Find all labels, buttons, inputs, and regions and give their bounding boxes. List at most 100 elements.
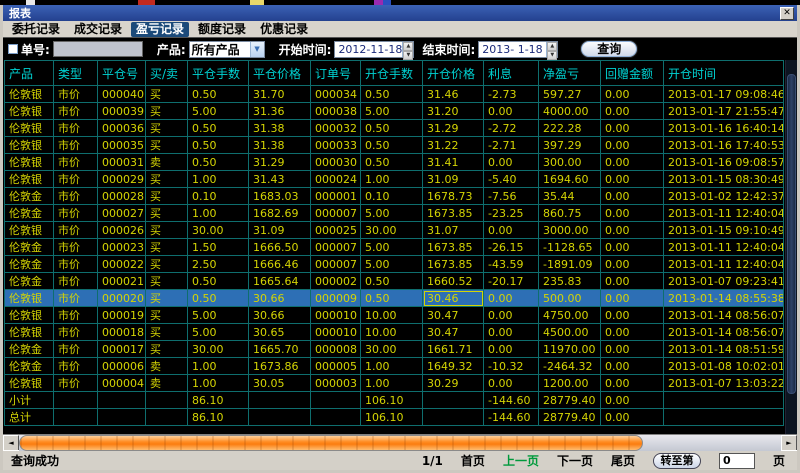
table-row[interactable]: 伦敦金市价000023买1.501666.500000075.001673.85… — [5, 239, 784, 256]
last-page-link[interactable]: 尾页 — [611, 452, 635, 469]
filter-bar: 单号: 产品: 所有产品 ▼ 开始时间: 2012-11-18 ▲ ▼ 结束时间… — [3, 38, 797, 60]
horizontal-scrollbar-thumb[interactable] — [19, 435, 643, 451]
cell: 0.50 — [361, 273, 423, 290]
column-header[interactable]: 净盈亏 — [539, 61, 601, 86]
query-button[interactable]: 查询 — [580, 40, 638, 58]
table-row[interactable]: 伦敦银市价000031卖0.5031.290000300.5031.410.00… — [5, 154, 784, 171]
status-message: 查询成功 — [11, 452, 59, 469]
scroll-right-icon[interactable]: ► — [781, 435, 797, 451]
table-row[interactable]: 伦敦银市价000036买0.5031.380000320.5031.29-2.7… — [5, 120, 784, 137]
cell: 000021 — [98, 273, 146, 290]
cell: 2013-01-14 08:56:07 — [664, 324, 784, 341]
cell: 伦敦银 — [5, 86, 54, 103]
prev-page-link[interactable]: 上一页 — [503, 452, 539, 469]
chevron-down-icon[interactable]: ▼ — [250, 42, 264, 57]
cell: 000009 — [311, 290, 361, 307]
column-header[interactable]: 产品 — [5, 61, 54, 86]
column-header[interactable]: 平仓号 — [98, 61, 146, 86]
spinner-down-icon[interactable]: ▼ — [403, 51, 413, 60]
column-header[interactable]: 开仓时间 — [664, 61, 784, 86]
cell — [146, 392, 188, 409]
column-header[interactable]: 利息 — [484, 61, 539, 86]
table-row[interactable]: 伦敦金市价000028买0.101683.030000010.101678.73… — [5, 188, 784, 205]
table-row[interactable]: 伦敦银市价000029买1.0031.430000241.0031.09-5.4… — [5, 171, 784, 188]
tab-4[interactable]: 优惠记录 — [255, 22, 313, 37]
cell — [423, 392, 484, 409]
product-dropdown[interactable]: 所有产品 ▼ — [189, 41, 265, 58]
tab-2[interactable]: 盈亏记录 — [131, 22, 189, 37]
first-page-link[interactable]: 首页 — [461, 452, 485, 469]
table-row[interactable]: 伦敦银市价000018买5.0030.6500001010.0030.470.0… — [5, 324, 784, 341]
cell: 1666.50 — [249, 239, 311, 256]
cell: 3000.00 — [539, 222, 601, 239]
cell: 0.00 — [484, 290, 539, 307]
table-row[interactable]: 伦敦金市价000021买0.501665.640000020.501660.52… — [5, 273, 784, 290]
table-row[interactable]: 伦敦银市价000004卖1.0030.050000031.0030.290.00… — [5, 375, 784, 392]
spinner-up-icon[interactable]: ▲ — [403, 42, 413, 51]
tab-3[interactable]: 额度记录 — [193, 22, 251, 37]
column-header[interactable]: 订单号 — [311, 61, 361, 86]
cell: 000004 — [98, 375, 146, 392]
close-icon[interactable]: ✕ — [780, 7, 794, 20]
cell: 市价 — [54, 256, 98, 273]
cell: 222.28 — [539, 120, 601, 137]
table-row[interactable]: 伦敦金市价000022买2.501666.460000075.001673.85… — [5, 256, 784, 273]
tab-0[interactable]: 委托记录 — [7, 22, 65, 37]
cell: 买 — [146, 273, 188, 290]
table-row[interactable]: 伦敦银市价000026买30.0031.0900002530.0031.070.… — [5, 222, 784, 239]
cell: 2013-01-11 12:40:04 — [664, 205, 784, 222]
table-row[interactable]: 伦敦银市价000035买0.5031.380000330.5031.22-2.7… — [5, 137, 784, 154]
goto-page-input[interactable]: 0 — [719, 453, 755, 469]
table-row[interactable]: 伦敦金市价000006卖1.001673.860000051.001649.32… — [5, 358, 784, 375]
start-date-spinner[interactable]: ▲ ▼ — [402, 42, 413, 57]
table-row[interactable]: 伦敦银市价000039买5.0031.360000385.0031.200.00… — [5, 103, 784, 120]
column-header[interactable]: 买/卖 — [146, 61, 188, 86]
end-date-spinner[interactable]: ▲ ▼ — [546, 42, 557, 57]
order-no-input[interactable] — [53, 41, 143, 57]
next-page-link[interactable]: 下一页 — [557, 452, 593, 469]
horizontal-scroll-track[interactable] — [19, 435, 781, 451]
cell: 2013-01-07 13:03:22 — [664, 375, 784, 392]
cell: 000019 — [98, 307, 146, 324]
tab-1[interactable]: 成交记录 — [69, 22, 127, 37]
spinner-up-icon[interactable]: ▲ — [547, 42, 557, 51]
scroll-left-icon[interactable]: ◄ — [3, 435, 19, 451]
cell: 0.00 — [484, 341, 539, 358]
column-header[interactable]: 开仓价格 — [423, 61, 484, 86]
cell: 30.00 — [188, 341, 249, 358]
column-header[interactable]: 回赠金额 — [601, 61, 664, 86]
start-time-label: 开始时间: — [279, 41, 332, 58]
cell: 0.50 — [188, 120, 249, 137]
end-date-field[interactable]: 2013- 1-18 ▲ ▼ — [478, 41, 558, 58]
cell: 31.09 — [249, 222, 311, 239]
cell: 0.00 — [484, 154, 539, 171]
cell — [54, 392, 98, 409]
cell: 市价 — [54, 307, 98, 324]
vertical-scrollbar-thumb[interactable] — [787, 74, 796, 394]
start-date-field[interactable]: 2012-11-18 ▲ ▼ — [334, 41, 414, 58]
table-row[interactable]: 伦敦金市价000017买30.001665.7000000830.001661.… — [5, 341, 784, 358]
cell: -2.72 — [484, 120, 539, 137]
table-row[interactable]: 伦敦银市价000019买5.0030.6600001010.0030.470.0… — [5, 307, 784, 324]
cell: 86.10 — [188, 409, 249, 426]
table-row[interactable]: 伦敦银市价000020买0.5030.660000090.5030.460.00… — [5, 290, 784, 307]
cell: 0.00 — [601, 324, 664, 341]
cell: 市价 — [54, 324, 98, 341]
column-header[interactable]: 类型 — [54, 61, 98, 86]
cell — [423, 409, 484, 426]
goto-page-button[interactable]: 转至第 — [653, 453, 701, 469]
cell: 买 — [146, 86, 188, 103]
table-row[interactable]: 伦敦银市价000040买0.5031.700000340.5031.46-2.7… — [5, 86, 784, 103]
table-row[interactable]: 伦敦金市价000027买1.001682.690000075.001673.85… — [5, 205, 784, 222]
cell: 伦敦银 — [5, 307, 54, 324]
column-header[interactable]: 平仓手数 — [188, 61, 249, 86]
spinner-down-icon[interactable]: ▼ — [547, 51, 557, 60]
column-header[interactable]: 平仓价格 — [249, 61, 311, 86]
cell: 0.00 — [601, 307, 664, 324]
cell: 0.50 — [188, 137, 249, 154]
column-header[interactable]: 开仓手数 — [361, 61, 423, 86]
cell: 伦敦银 — [5, 290, 54, 307]
order-no-checkbox[interactable] — [8, 44, 18, 54]
vertical-scrollbar[interactable] — [785, 60, 797, 434]
cell: 28779.40 — [539, 392, 601, 409]
